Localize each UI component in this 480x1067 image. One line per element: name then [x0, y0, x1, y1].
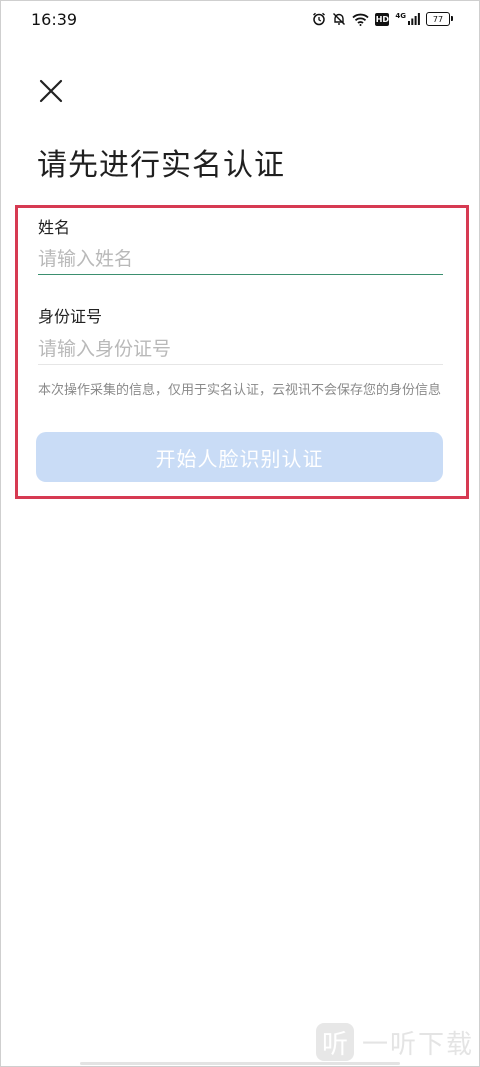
watermark: 听 一听下载 [315, 1023, 474, 1061]
navigation-bar-hint [80, 1062, 400, 1065]
id-number-input[interactable] [38, 334, 443, 364]
name-label: 姓名 [38, 218, 71, 237]
start-face-verification-button[interactable]: 开始人脸识别认证 [36, 432, 443, 482]
battery-icon: 77 [426, 12, 453, 26]
status-time: 16:39 [31, 10, 78, 29]
alarm-icon [312, 12, 326, 26]
watermark-logo-icon: 听 [315, 1023, 354, 1061]
mute-bell-icon [332, 12, 346, 26]
watermark-text: 一听下载 [361, 1029, 474, 1060]
signal-icon: 4G [395, 13, 420, 25]
close-icon [39, 79, 63, 103]
status-icons: HD 4G 77 [312, 12, 453, 26]
id-input-underline [38, 364, 443, 365]
close-button[interactable] [36, 76, 66, 106]
network-type-label: 4G [395, 12, 406, 20]
page-title: 请先进行实名认证 [37, 148, 285, 183]
id-number-label: 身份证号 [38, 307, 103, 326]
privacy-notice: 本次操作采集的信息，仅用于实名认证，云视讯不会保存您的身份信息 [38, 383, 442, 398]
name-input[interactable] [38, 244, 443, 274]
hd-badge: HD [375, 12, 390, 26]
wifi-icon [352, 13, 369, 26]
name-input-underline [38, 274, 443, 275]
status-bar: 16:39 HD 4G 77 [0, 0, 480, 40]
